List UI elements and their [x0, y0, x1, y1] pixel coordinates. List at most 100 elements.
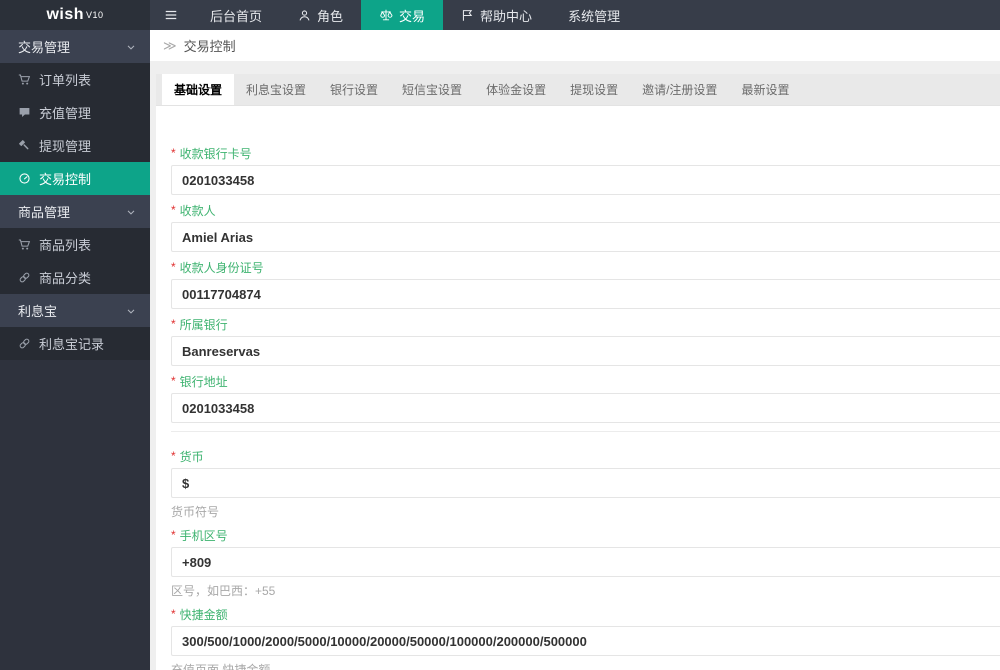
link-icon: [18, 271, 31, 284]
quick-amounts-input[interactable]: [171, 626, 1000, 656]
bank-address-input[interactable]: [171, 393, 1000, 423]
field-hint: 充值页面 快捷金额: [171, 663, 271, 670]
sidebar-item-label: 商品列表: [39, 238, 92, 253]
required-mark: *: [171, 146, 176, 160]
nav-item-label: 交易: [399, 8, 426, 24]
breadcrumb: ≫ 交易控制: [150, 30, 1000, 61]
field-label: * 银行地址: [171, 374, 228, 389]
sidebar-item-product-category[interactable]: 商品分类: [0, 261, 150, 294]
bank-name-input[interactable]: [171, 336, 1000, 366]
sidebar-group-interest-treasure[interactable]: 利息宝: [0, 294, 150, 327]
field-hint: 货币符号: [171, 505, 220, 519]
form-section-divider: [171, 431, 1000, 432]
chevron-down-icon: [125, 41, 137, 53]
settings-tabbar: 基础设置 利息宝设置 银行设置 短信宝设置 体验金设置 提现设置 邀请/注册设置…: [156, 74, 1000, 106]
sidebar-group-label: 交易管理: [18, 40, 71, 55]
payee-name-input[interactable]: [171, 222, 1000, 252]
gauge-icon: [18, 172, 31, 185]
gavel-icon: [18, 139, 31, 152]
nav-item-trade[interactable]: 交易: [361, 0, 444, 30]
basic-settings-form: * 收款银行卡号 * 收款人 * 收款人身份证号: [156, 106, 1000, 670]
sidebar-item-label: 交易控制: [39, 172, 92, 187]
hamburger-icon: [164, 8, 178, 22]
nav-item-label: 帮助中心: [480, 8, 533, 24]
tab-interest-settings[interactable]: 利息宝设置: [234, 74, 318, 105]
field-label: * 所属银行: [171, 317, 228, 332]
sidebar-item-order-list[interactable]: 订单列表: [0, 63, 150, 96]
sidebar-group-label: 商品管理: [18, 205, 71, 220]
field-quick-amounts: * 快捷金额 充值页面 快捷金额: [171, 607, 1000, 670]
link-icon: [18, 337, 31, 350]
sidebar-item-label: 利息宝记录: [39, 337, 105, 352]
sidebar-item-recharge-management[interactable]: 充值管理: [0, 96, 150, 129]
field-hint: 区号，如巴西：+55: [171, 584, 276, 598]
required-mark: *: [171, 449, 176, 463]
sidebar-item-label: 充值管理: [39, 106, 92, 121]
sidebar-item-interest-records[interactable]: 利息宝记录: [0, 327, 150, 360]
sidebar-item-product-list[interactable]: 商品列表: [0, 228, 150, 261]
chevron-down-icon: [125, 206, 137, 218]
required-mark: *: [171, 528, 176, 542]
field-label: * 收款银行卡号: [171, 146, 252, 161]
scales-icon: [379, 8, 393, 22]
tab-basic-settings[interactable]: 基础设置: [162, 74, 235, 105]
flag-icon: [461, 9, 474, 22]
tab-panel-basic-settings: * 收款银行卡号 * 收款人 * 收款人身份证号: [156, 106, 1000, 670]
breadcrumb-current: 交易控制: [183, 39, 236, 54]
phone-area-code-input[interactable]: [171, 547, 1000, 577]
chevron-down-icon: [125, 305, 137, 317]
sidebar: 交易管理 订单列表 充值管理 提现管理 交易控制 商品管理 商品列表 商品分类 …: [0, 30, 150, 670]
tab-withdraw-settings[interactable]: 提现设置: [558, 74, 630, 105]
sidebar-group-trade-management[interactable]: 交易管理: [0, 30, 150, 63]
bank-card-number-input[interactable]: [171, 165, 1000, 195]
sidebar-item-label: 订单列表: [39, 73, 92, 88]
field-payee-name: * 收款人: [171, 203, 1000, 252]
payee-id-number-input[interactable]: [171, 279, 1000, 309]
field-bank-name: * 所属银行: [171, 317, 1000, 366]
tab-invite-register-settings[interactable]: 邀请/注册设置: [630, 74, 729, 105]
required-mark: *: [171, 260, 176, 274]
top-navbar: wish V10 后台首页 角色 交易 帮助中心 系统管理: [0, 0, 1000, 30]
nav-item-label: 后台首页: [210, 8, 263, 24]
tab-bank-settings[interactable]: 银行设置: [318, 74, 390, 105]
nav-item-system[interactable]: 系统管理: [550, 0, 638, 30]
sidebar-item-label: 商品分类: [39, 271, 92, 286]
cart-icon: [18, 73, 31, 86]
required-mark: *: [171, 374, 176, 388]
sidebar-toggle-button[interactable]: [150, 0, 192, 30]
tab-trial-fund-settings[interactable]: 体验金设置: [474, 74, 558, 105]
field-label: * 收款人身份证号: [171, 260, 264, 275]
field-label: * 手机区号: [171, 528, 228, 543]
user-icon: [298, 9, 311, 22]
comment-icon: [18, 106, 31, 119]
nav-item-roles[interactable]: 角色: [280, 0, 361, 30]
breadcrumb-symbol: ≫: [163, 37, 177, 53]
field-label: * 快捷金额: [171, 607, 228, 622]
tab-sms-settings[interactable]: 短信宝设置: [390, 74, 474, 105]
sidebar-item-withdraw-management[interactable]: 提现管理: [0, 129, 150, 162]
sidebar-group-label: 利息宝: [18, 304, 58, 319]
field-payee-id-number: * 收款人身份证号: [171, 260, 1000, 309]
field-label: * 收款人: [171, 203, 216, 218]
sidebar-group-product-management[interactable]: 商品管理: [0, 195, 150, 228]
sidebar-item-label: 提现管理: [39, 139, 92, 154]
field-phone-area-code: * 手机区号 区号，如巴西：+55: [171, 528, 1000, 599]
settings-card: 基础设置 利息宝设置 银行设置 短信宝设置 体验金设置 提现设置 邀请/注册设置…: [156, 74, 1000, 670]
tab-latest-settings[interactable]: 最新设置: [729, 74, 801, 105]
sidebar-item-trade-control[interactable]: 交易控制: [0, 162, 150, 195]
logo-text: wish: [46, 6, 85, 23]
nav-item-label: 角色: [317, 8, 344, 24]
required-mark: *: [171, 317, 176, 331]
nav-item-label: 系统管理: [568, 8, 621, 24]
logo-version: V10: [86, 10, 104, 20]
main-content: ≫ 交易控制 基础设置 利息宝设置 银行设置 短信宝设置 体验金设置 提现设置 …: [150, 30, 1000, 670]
currency-input[interactable]: [171, 468, 1000, 498]
field-currency: * 货币 货币符号: [171, 449, 1000, 520]
nav-item-help-center[interactable]: 帮助中心: [443, 0, 550, 30]
cart-icon: [18, 238, 31, 251]
required-mark: *: [171, 607, 176, 621]
field-bank-card-number: * 收款银行卡号: [171, 146, 1000, 195]
field-label: * 货币: [171, 449, 204, 464]
field-bank-address: * 银行地址: [171, 374, 1000, 423]
nav-item-dashboard[interactable]: 后台首页: [192, 0, 280, 30]
